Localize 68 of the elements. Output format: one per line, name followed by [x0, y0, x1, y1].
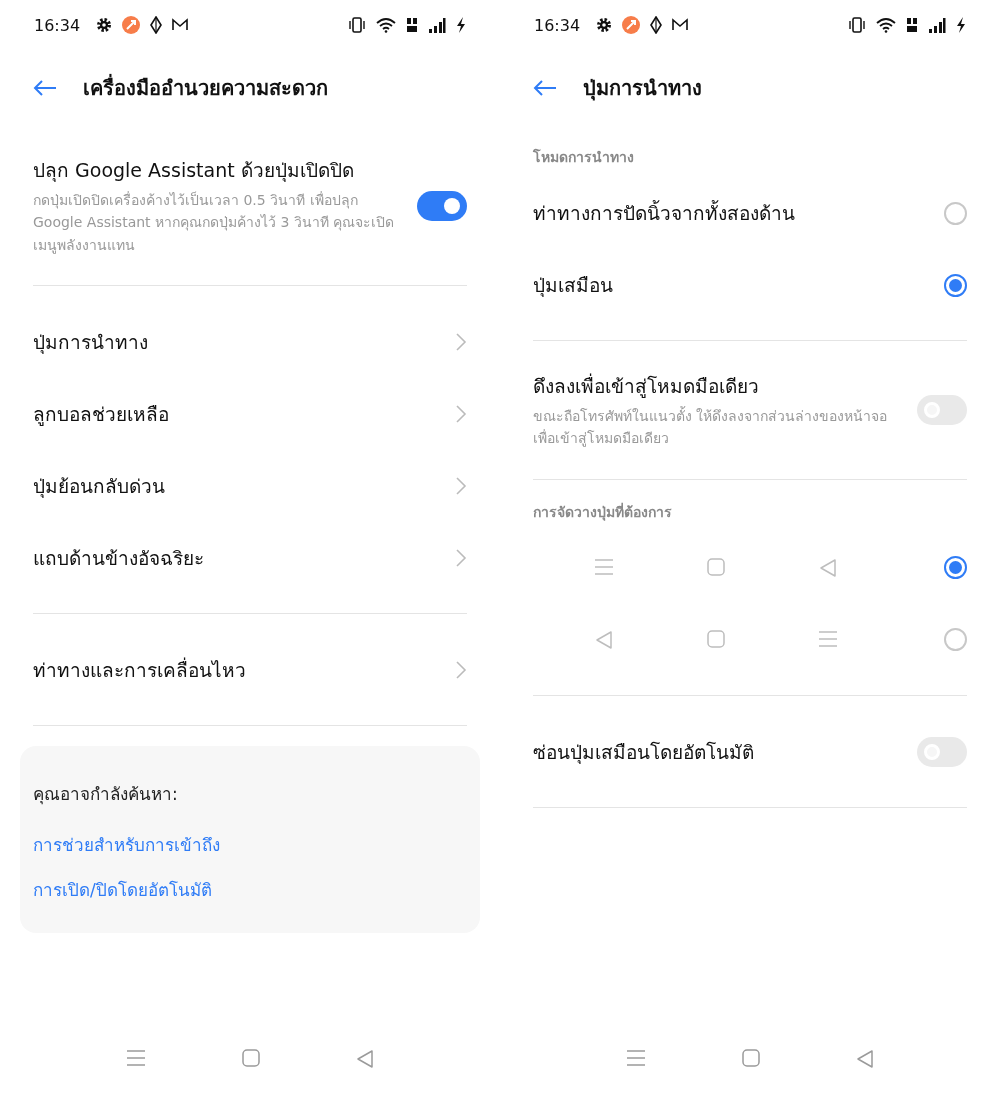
menu-icon[interactable] [818, 629, 838, 648]
chevron-right-icon [455, 660, 467, 681]
volte-icon [406, 16, 418, 34]
status-time: 16:34 [534, 15, 581, 35]
chevron-right-icon [455, 476, 467, 497]
menu-icon[interactable] [126, 1049, 146, 1067]
back-arrow-icon[interactable] [33, 78, 57, 97]
menu-item[interactable]: ท่าทางและการเคลื่อนไหว [33, 634, 467, 707]
charging-icon [956, 16, 966, 34]
back-icon[interactable] [595, 629, 613, 650]
app-icon [122, 16, 141, 34]
page-title: เครื่องมืออำนวยความสะดวก [83, 73, 328, 102]
suggestion-link[interactable]: การช่วยสำหรับการเข้าถึง [33, 831, 220, 859]
setting-title: ซ่อนปุ่มเสมือนโดยอัตโนมัติ [533, 739, 755, 766]
toggle-switch[interactable] [417, 190, 467, 221]
option-label: ท่าทางการปัดนิ้วจากทั้งสองด้าน [533, 199, 796, 226]
mail-icon [672, 18, 689, 32]
status-time: 16:34 [34, 15, 81, 35]
menu-item-label: ปุ่มย้อนกลับด่วน [33, 474, 165, 500]
menu-item-label: ท่าทางและการเคลื่อนไหว [33, 656, 246, 684]
chevron-right-icon [455, 332, 467, 353]
home-icon[interactable] [242, 1049, 260, 1067]
suggestion-link[interactable]: การเปิด/ปิดโดยอัตโนมัติ [33, 876, 212, 904]
home-icon[interactable] [742, 1049, 760, 1067]
menu-icon[interactable] [626, 1049, 646, 1067]
setting-description: ขณะถือโทรศัพท์ในแนวตั้ง ให้ดึงลงจากส่วนล่างของหน้าจอเพื่อเข้าสู่โหมดมือเดียว [533, 405, 889, 449]
app-icon [622, 16, 641, 34]
radio-button[interactable] [944, 273, 967, 297]
wifi-icon [876, 17, 896, 33]
section-heading: การจัดวางปุ่มที่ต้องการ [533, 501, 673, 523]
signal-icon [428, 17, 446, 33]
back-icon[interactable] [356, 1049, 374, 1069]
mail-icon [172, 18, 189, 32]
section-heading: โหมดการนำทาง [533, 147, 635, 167]
back-icon[interactable] [819, 557, 837, 578]
menu-icon[interactable] [594, 557, 614, 576]
back-icon[interactable] [856, 1049, 874, 1069]
home-icon[interactable] [707, 557, 725, 576]
menu-item-label: ปุ่มการนำทาง [33, 330, 148, 356]
menu-item[interactable]: ลูกบอลช่วยเหลือ [33, 378, 467, 451]
radio-button[interactable] [944, 628, 967, 652]
menu-item[interactable]: ปุ่มการนำทาง [33, 306, 467, 379]
charging-icon [456, 16, 466, 34]
gear-icon [596, 17, 613, 33]
setting-description: กดปุ่มเปิดปิดเครื่องค้างไว้เป็นเวลา 0.5 วินาที เพื่อปลุก Google Assistant หากคุณกดปุ่มค้างไว้ 3 วินาที คุณจะเปิดเมนูพลังงานแทน [33, 190, 396, 256]
back-arrow-icon[interactable] [533, 78, 557, 97]
diamond-icon [150, 16, 163, 34]
menu-item-label: ลูกบอลช่วยเหลือ [33, 402, 169, 428]
gear-icon [96, 17, 113, 33]
card-title: คุณอาจกำลังค้นหา: [33, 783, 179, 807]
home-icon[interactable] [707, 629, 725, 648]
vibrate-icon [848, 17, 866, 33]
setting-title: ปลุก Google Assistant ด้วยปุ่มเปิดปิด [33, 158, 355, 184]
menu-item-label: แถบด้านข้างอัจฉริยะ [33, 546, 204, 572]
menu-item[interactable]: แถบด้านข้างอัจฉริยะ [33, 522, 467, 595]
menu-item[interactable]: ปุ่มย้อนกลับด่วน [33, 450, 467, 523]
radio-button[interactable] [944, 201, 967, 225]
radio-button[interactable] [944, 556, 967, 580]
diamond-icon [650, 16, 663, 34]
chevron-right-icon [455, 548, 467, 569]
option-label: ปุ่มเสมือน [533, 273, 614, 299]
chevron-right-icon [455, 404, 467, 425]
wifi-icon [376, 17, 396, 33]
vibrate-icon [348, 17, 366, 33]
setting-title: ดึงลงเพื่อเข้าสู่โหมดมือเดียว [533, 372, 760, 400]
page-title: ปุ่มการนำทาง [583, 74, 702, 103]
volte-icon [906, 16, 918, 34]
signal-icon [928, 17, 946, 33]
